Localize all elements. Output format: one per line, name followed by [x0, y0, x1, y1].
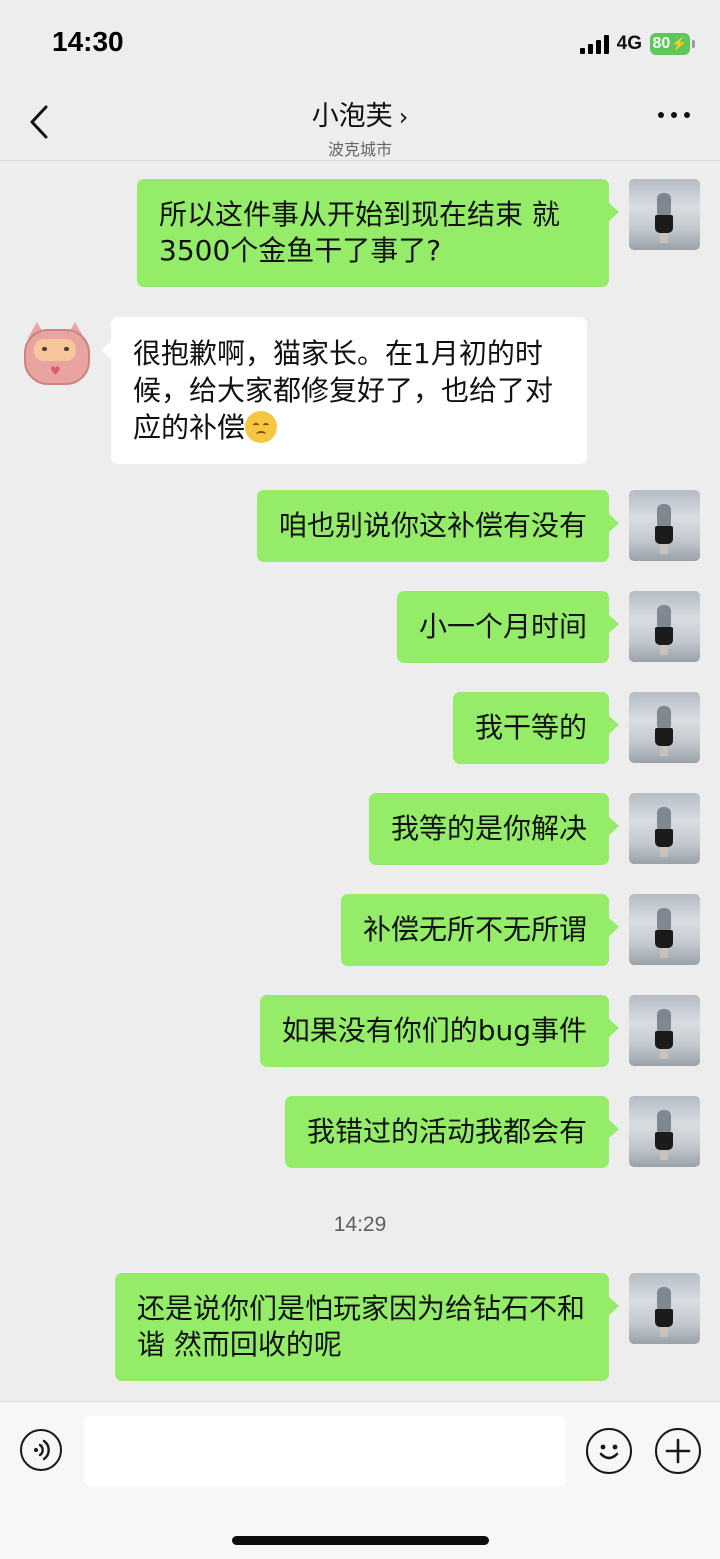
- emoji-icon: [599, 1444, 619, 1460]
- home-indicator[interactable]: [232, 1536, 489, 1545]
- chat-title: 小泡芙: [311, 101, 393, 132]
- message-item-sent: 所以这件事从开始到现在结束 就3500个金鱼干了事了?: [137, 179, 700, 287]
- battery-level: 80: [652, 35, 671, 52]
- message-item-sent: 补偿无所不无所谓: [340, 894, 700, 966]
- avatar[interactable]: ♥: [20, 317, 91, 388]
- avatar[interactable]: [629, 1096, 700, 1167]
- message-item-sent: 我等的是你解决: [368, 793, 700, 865]
- input-bar: [0, 1401, 720, 1559]
- message-item-sent: 小一个月时间: [396, 591, 700, 663]
- avatar[interactable]: [629, 179, 700, 250]
- message-item-sent: 还是说你们是怕玩家因为给钻石不和谐 然而回收的呢: [115, 1273, 700, 1381]
- message-item-received: ♥ 很抱歉啊，猫家长。在1月初的时候，给大家都修复好了，也给了对应的补偿: [20, 317, 587, 464]
- message-bubble-sent[interactable]: 补偿无所不无所谓: [340, 894, 620, 966]
- message-item-sent: 咱也别说你这补偿有没有: [256, 490, 700, 562]
- voice-icon: [34, 1439, 50, 1461]
- chat-title-area[interactable]: 小泡芙 › 波克城市: [0, 94, 720, 160]
- message-bubble-sent[interactable]: 小一个月时间: [396, 591, 620, 663]
- more-options-button[interactable]: [658, 112, 690, 118]
- message-bubble-sent[interactable]: 我错过的活动我都会有: [284, 1096, 620, 1168]
- message-timestamp: 14:29: [333, 1213, 387, 1236]
- message-bubble-sent[interactable]: 咱也别说你这补偿有没有: [256, 490, 620, 562]
- message-bubble-sent[interactable]: 所以这件事从开始到现在结束 就3500个金鱼干了事了?: [137, 179, 619, 287]
- battery-icon: 80 ⚡: [650, 33, 695, 55]
- message-text: 很抱歉啊，猫家长。在1月初的时候，给大家都修复好了，也给了对应的补偿: [133, 337, 554, 444]
- avatar[interactable]: [629, 490, 700, 561]
- dot-icon: [684, 112, 690, 118]
- message-item-sent: 如果没有你们的bug事件: [259, 995, 700, 1067]
- message-input[interactable]: [84, 1416, 566, 1486]
- dot-icon: [658, 112, 664, 118]
- avatar[interactable]: [629, 995, 700, 1066]
- message-bubble-sent[interactable]: 我干等的: [452, 692, 620, 764]
- avatar[interactable]: [629, 692, 700, 763]
- dot-icon: [671, 112, 677, 118]
- voice-input-button[interactable]: [20, 1429, 62, 1471]
- plus-icon: [665, 1438, 691, 1464]
- cellular-signal-icon: [579, 34, 609, 54]
- message-item-sent: 我错过的活动我都会有: [284, 1096, 700, 1168]
- chevron-right-icon: ›: [398, 103, 409, 131]
- chat-subtitle: 波克城市: [327, 140, 392, 159]
- status-indicators: 4G 80 ⚡: [579, 30, 695, 58]
- message-bubble-sent[interactable]: 还是说你们是怕玩家因为给钻石不和谐 然而回收的呢: [115, 1273, 619, 1381]
- status-bar: 14:30 4G 80 ⚡: [0, 0, 720, 88]
- message-list[interactable]: 所以这件事从开始到现在结束 就3500个金鱼干了事了? ♥ 很抱歉啊，猫家长。在…: [0, 161, 720, 1401]
- chat-header: 小泡芙 › 波克城市: [0, 88, 720, 161]
- avatar[interactable]: [629, 1273, 700, 1344]
- emoji-button[interactable]: [586, 1428, 632, 1474]
- network-type: 4G: [616, 33, 642, 54]
- message-bubble-sent[interactable]: 我等的是你解决: [368, 793, 620, 865]
- message-item-sent: 我干等的: [452, 692, 700, 764]
- sad-face-emoji-icon: [245, 411, 278, 443]
- message-bubble-sent[interactable]: 如果没有你们的bug事件: [259, 995, 620, 1067]
- more-actions-button[interactable]: [655, 1428, 701, 1474]
- avatar[interactable]: [629, 591, 700, 662]
- message-bubble-received[interactable]: 很抱歉啊，猫家长。在1月初的时候，给大家都修复好了，也给了对应的补偿: [101, 317, 587, 464]
- status-time: 14:30: [52, 26, 124, 57]
- avatar[interactable]: [629, 894, 700, 965]
- avatar[interactable]: [629, 793, 700, 864]
